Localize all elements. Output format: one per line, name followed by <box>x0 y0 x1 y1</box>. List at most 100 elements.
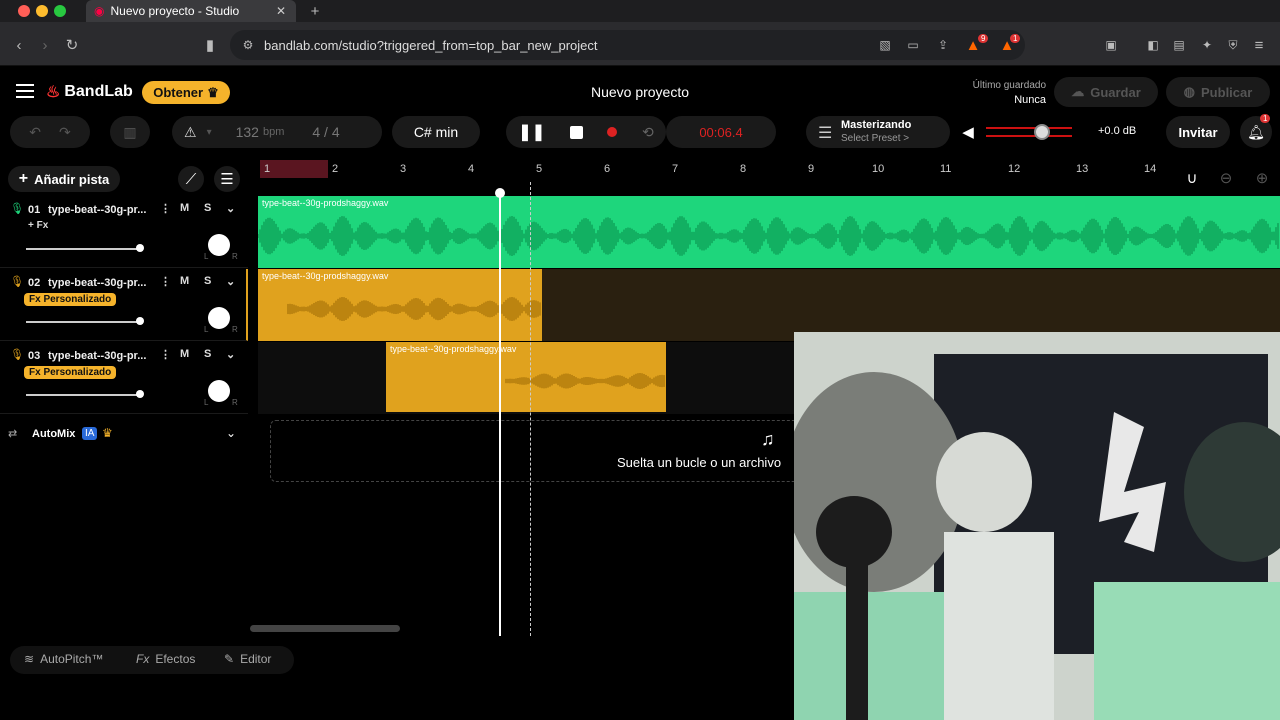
pan-knob[interactable] <box>208 380 230 402</box>
leo-icon[interactable]: ✦ <box>1198 36 1216 54</box>
automix-row[interactable]: ⇄ AutoMix IA ♛ ⌄ <box>0 424 248 446</box>
bandlab-logo[interactable]: ♨ BandLab <box>46 82 133 102</box>
track-header-3[interactable]: 🎙︎ 03 type-beat--30g-pr... ⋮ M S ⌄ Fx Pe… <box>0 342 248 414</box>
forward-icon[interactable]: › <box>36 36 54 54</box>
site-settings-icon[interactable]: ⚙ <box>240 36 256 54</box>
track-name[interactable]: type-beat--30g-pr... <box>48 350 146 362</box>
fx-custom-badge[interactable]: Fx Personalizado <box>24 293 117 306</box>
track-name[interactable]: type-beat--30g-pr... <box>48 204 146 216</box>
mastering-title: Masterizando <box>841 119 912 131</box>
key-selector[interactable]: C# min <box>392 116 480 148</box>
mastering-button[interactable]: ☰ Masterizando Select Preset > <box>806 116 950 148</box>
media-block-icon[interactable]: ▧ <box>876 36 894 54</box>
track-lane-1[interactable]: type-beat--30g-prodshaggy.wav <box>258 196 1280 268</box>
close-window-button[interactable] <box>18 5 30 17</box>
track-lane-2[interactable]: type-beat--30g-prodshaggy.wav <box>258 269 1280 341</box>
volume-knob[interactable] <box>1034 124 1050 140</box>
loop-region-marker[interactable] <box>260 160 328 178</box>
horizontal-scrollbar[interactable] <box>250 625 400 632</box>
wallet-icon[interactable]: ▤ <box>1170 36 1188 54</box>
automation-icon[interactable]: ⟋ <box>178 166 204 192</box>
time-signature[interactable]: 4 / 4 <box>312 124 339 140</box>
transport-group: ❚❚ ⟲ <box>506 116 666 148</box>
ruler-tick-label: 3 <box>400 163 407 175</box>
close-tab-icon[interactable]: ✕ <box>276 4 286 18</box>
speaker-icon[interactable]: ◀ <box>958 122 978 142</box>
project-title[interactable]: Nuevo proyecto <box>560 84 720 100</box>
vpn-icon[interactable]: ⛨ <box>1224 36 1242 54</box>
zoom-out-icon[interactable]: ⊖ <box>1216 168 1236 188</box>
hamburger-menu-icon[interactable] <box>16 84 34 98</box>
mute-button[interactable]: M <box>180 202 189 214</box>
record-icon[interactable] <box>607 127 618 137</box>
solo-button[interactable]: S <box>204 348 211 360</box>
track-name[interactable]: type-beat--30g-pr... <box>48 277 146 289</box>
snap-magnet-icon[interactable]: ∪ <box>1182 168 1202 188</box>
solo-button[interactable]: S <box>204 275 211 287</box>
pan-knob[interactable] <box>208 307 230 329</box>
chevron-down-icon[interactable]: ⌄ <box>226 426 236 440</box>
track-options-icon[interactable]: ⋮ <box>160 348 171 361</box>
pause-icon[interactable]: ❚❚ <box>518 122 545 142</box>
track-volume-handle[interactable] <box>136 390 144 398</box>
chevron-down-icon[interactable]: ⌄ <box>226 348 235 361</box>
chevron-down-icon[interactable]: ⌄ <box>226 275 235 288</box>
add-fx-button[interactable]: + Fx <box>28 220 48 231</box>
zoom-window-button[interactable] <box>54 5 66 17</box>
mute-button[interactable]: M <box>180 275 189 287</box>
master-volume-slider[interactable] <box>986 124 1072 140</box>
playhead-handle[interactable] <box>495 188 505 198</box>
add-track-button[interactable]: + Añadir pista <box>8 166 120 192</box>
track-volume-slider[interactable] <box>26 321 138 323</box>
bookmark-icon[interactable]: ▮ <box>202 36 218 54</box>
zoom-in-icon[interactable]: ⊕ <box>1252 168 1272 188</box>
publish-button[interactable]: ◍ Publicar <box>1166 77 1270 107</box>
minimize-window-button[interactable] <box>36 5 48 17</box>
solo-button[interactable]: S <box>204 202 211 214</box>
reader-icon[interactable]: ▣ <box>1102 36 1120 54</box>
menu-icon[interactable]: ≡ <box>1250 36 1268 54</box>
stop-icon[interactable] <box>569 125 583 139</box>
sidebar-icon[interactable]: ◧ <box>1144 36 1162 54</box>
new-tab-icon[interactable]: + <box>306 2 324 20</box>
metronome-icon[interactable]: ⚠ <box>184 124 197 141</box>
effects-button[interactable]: Fx Efectos <box>136 652 195 666</box>
track-volume-handle[interactable] <box>136 244 144 252</box>
loop-icon[interactable]: ⟲ <box>642 124 654 141</box>
autopitch-button[interactable]: ≋ AutoPitch™ <box>24 652 103 666</box>
drop-zone[interactable]: ♫ Suelta un bucle o un archivo <box>270 420 810 482</box>
keyboard-button[interactable]: ▥ <box>110 116 150 148</box>
cast-icon[interactable]: ▭ <box>904 36 922 54</box>
reload-icon[interactable]: ↻ <box>62 36 82 54</box>
fx-custom-badge[interactable]: Fx Personalizado <box>24 366 117 379</box>
save-button[interactable]: ☁ Guardar <box>1054 77 1158 107</box>
chevron-down-icon[interactable]: ▾ <box>207 127 212 138</box>
playhead[interactable] <box>499 190 501 636</box>
back-icon[interactable]: ‹ <box>10 36 28 54</box>
mixer-icon[interactable]: ☰ <box>214 166 240 192</box>
redo-icon[interactable]: ↷ <box>59 124 71 141</box>
share-icon[interactable]: ⇪ <box>934 36 952 54</box>
undo-icon[interactable]: ↶ <box>29 124 41 141</box>
obtener-button[interactable]: Obtener ♛ <box>142 81 230 104</box>
mute-button[interactable]: M <box>180 348 189 360</box>
track-volume-handle[interactable] <box>136 317 144 325</box>
track-options-icon[interactable]: ⋮ <box>160 275 171 288</box>
chevron-down-icon[interactable]: ⌄ <box>226 202 235 215</box>
tempo-group: ⚠ ▾ 132 bpm 4 / 4 <box>172 116 382 148</box>
track-header-2[interactable]: 🎙︎ 02 type-beat--30g-pr... ⋮ M S ⌄ Fx Pe… <box>0 269 248 341</box>
invite-button[interactable]: Invitar <box>1166 116 1230 148</box>
bpm-value[interactable]: 132 <box>236 124 259 140</box>
audio-region[interactable]: type-beat--30g-prodshaggy.wav <box>386 342 666 412</box>
track-header-1[interactable]: 🎙︎ 01 type-beat--30g-pr... ⋮ M S ⌄ + Fx … <box>0 196 248 268</box>
track-options-icon[interactable]: ⋮ <box>160 202 171 215</box>
pan-knob[interactable] <box>208 234 230 256</box>
timeline-ruler[interactable]: 1 2 3 4 5 6 7 8 9 10 11 12 13 14 <box>258 160 1280 182</box>
track-volume-slider[interactable] <box>26 394 138 396</box>
ruler-tick-label: 1 <box>264 163 271 175</box>
track-volume-slider[interactable] <box>26 248 138 250</box>
audio-region[interactable]: type-beat--30g-prodshaggy.wav <box>258 196 1280 268</box>
editor-button[interactable]: ✎ Editor <box>224 652 271 666</box>
music-note-icon: ♫ <box>761 429 775 449</box>
browser-tab[interactable]: ◉ Nuevo proyecto - Studio ✕ <box>86 0 296 22</box>
